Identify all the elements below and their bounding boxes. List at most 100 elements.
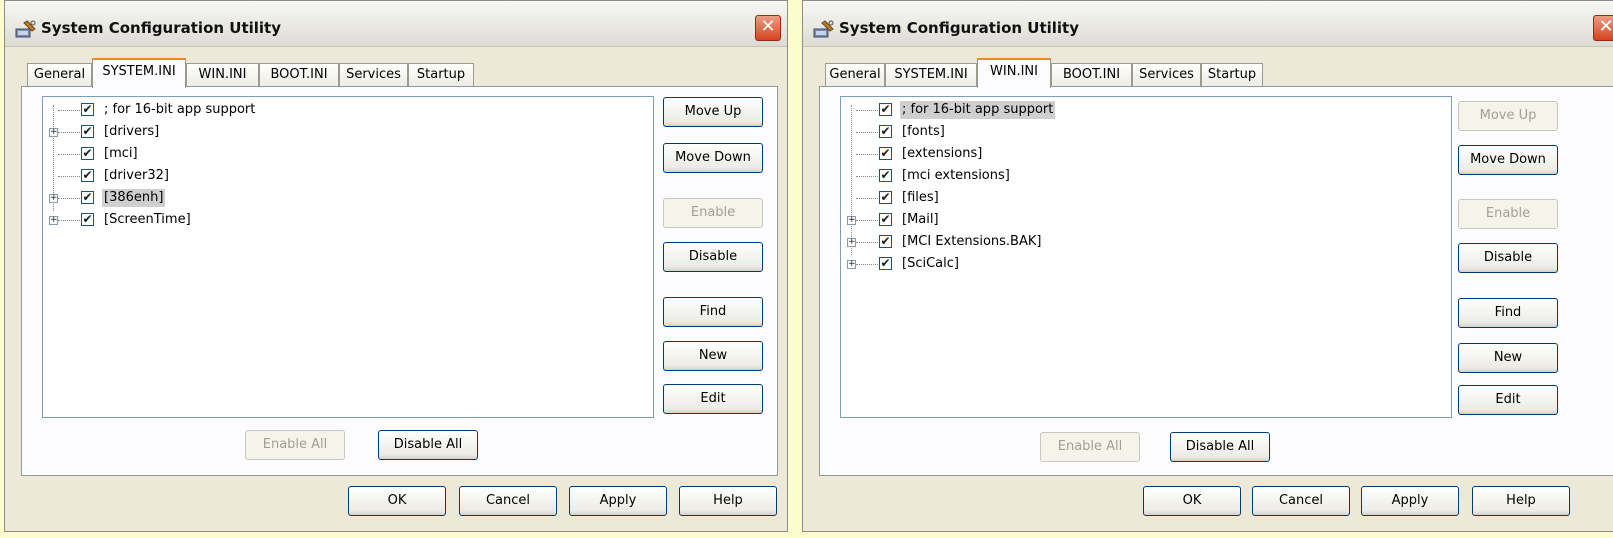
tab-boot-ini[interactable]: BOOT.INI <box>259 63 339 87</box>
help-button[interactable]: Help <box>679 486 777 516</box>
checkbox-checked-icon[interactable]: ✔ <box>879 169 892 182</box>
move-up-button[interactable]: Move Up <box>1458 101 1558 131</box>
checkbox-checked-icon[interactable]: ✔ <box>879 257 892 270</box>
tree-item[interactable]: ✔ [driver32] <box>43 166 653 188</box>
expand-plus-icon[interactable]: + <box>49 128 58 137</box>
expand-plus-icon[interactable]: + <box>847 238 856 247</box>
disable-button[interactable]: Disable <box>1458 243 1558 273</box>
tab-panel: ✔ ; for 16-bit app support + ✔ [drivers]… <box>21 86 778 476</box>
help-button[interactable]: Help <box>1472 486 1570 516</box>
enable-button[interactable]: Enable <box>663 198 763 228</box>
checkbox-checked-icon[interactable]: ✔ <box>879 191 892 204</box>
checkbox-checked-icon[interactable]: ✔ <box>81 147 94 160</box>
tab-general[interactable]: General <box>825 63 885 87</box>
window-title: System Configuration Utility <box>839 19 1079 37</box>
tree-item-label: [MCI Extensions.BAK] <box>902 234 1042 249</box>
checkbox-checked-icon[interactable]: ✔ <box>81 191 94 204</box>
ok-button[interactable]: OK <box>348 486 446 516</box>
tree-item[interactable]: + ✔ [drivers] <box>43 122 653 144</box>
tree-item[interactable]: ✔ [fonts] <box>841 122 1451 144</box>
apply-button[interactable]: Apply <box>569 486 667 516</box>
tree-item-label: [mci extensions] <box>902 168 1010 183</box>
expand-plus-icon[interactable]: + <box>847 260 856 269</box>
checkbox-checked-icon[interactable]: ✔ <box>81 169 94 182</box>
close-button[interactable]: ✕ <box>1593 15 1613 41</box>
ini-tree-view[interactable]: ✔ ; for 16-bit app support ✔ [fonts] ✔ [… <box>840 96 1452 418</box>
tab-win-ini[interactable]: WIN.INI <box>977 58 1051 88</box>
system-config-window-right: System Configuration Utility ✕ General S… <box>802 0 1613 532</box>
cancel-button[interactable]: Cancel <box>1252 486 1350 516</box>
tree-connector <box>58 110 80 111</box>
tree-item[interactable]: + ✔ [Mail] <box>841 210 1451 232</box>
checkbox-checked-icon[interactable]: ✔ <box>81 213 94 226</box>
tree-item-label: [ScreenTime] <box>104 212 191 227</box>
cancel-button[interactable]: Cancel <box>459 486 557 516</box>
enable-all-button[interactable]: Enable All <box>1040 432 1140 462</box>
tree-connector <box>58 132 80 133</box>
tree-connector <box>856 110 878 111</box>
tab-system-ini[interactable]: SYSTEM.INI <box>885 63 977 87</box>
find-button[interactable]: Find <box>1458 298 1558 328</box>
tree-item[interactable]: + ✔ [SciCalc] <box>841 254 1451 276</box>
expand-plus-icon[interactable]: + <box>49 216 58 225</box>
edit-button[interactable]: Edit <box>663 384 763 414</box>
title-bar[interactable]: System Configuration Utility ✕ <box>803 1 1613 47</box>
tab-services[interactable]: Services <box>1132 63 1201 87</box>
close-icon: ✕ <box>760 16 776 37</box>
tab-startup[interactable]: Startup <box>408 63 474 87</box>
tree-connector <box>856 154 878 155</box>
expand-plus-icon[interactable]: + <box>847 216 856 225</box>
checkbox-checked-icon[interactable]: ✔ <box>81 125 94 138</box>
msconfig-app-icon <box>15 20 36 38</box>
tab-general[interactable]: General <box>27 63 92 87</box>
title-bar[interactable]: System Configuration Utility ✕ <box>5 1 787 47</box>
edit-button[interactable]: Edit <box>1458 385 1558 415</box>
tab-services[interactable]: Services <box>339 63 408 87</box>
disable-all-button[interactable]: Disable All <box>1170 432 1270 462</box>
tree-connector <box>58 220 80 221</box>
move-down-button[interactable]: Move Down <box>663 143 763 173</box>
tree-item[interactable]: ✔ ; for 16-bit app support <box>43 100 653 122</box>
tree-item[interactable]: + ✔ [ScreenTime] <box>43 210 653 232</box>
tree-item[interactable]: ✔ [mci extensions] <box>841 166 1451 188</box>
checkbox-checked-icon[interactable]: ✔ <box>879 235 892 248</box>
tree-item-label-selected: [386enh] <box>102 189 166 207</box>
checkbox-checked-icon[interactable]: ✔ <box>879 213 892 226</box>
checkbox-checked-icon[interactable]: ✔ <box>879 125 892 138</box>
disable-button[interactable]: Disable <box>663 242 763 272</box>
tree-connector <box>58 176 80 177</box>
new-button[interactable]: New <box>1458 343 1558 373</box>
tree-item-label: [fonts] <box>902 124 945 139</box>
new-button[interactable]: New <box>663 341 763 371</box>
ok-button[interactable]: OK <box>1143 486 1241 516</box>
tree-item[interactable]: ✔ [files] <box>841 188 1451 210</box>
tab-system-ini[interactable]: SYSTEM.INI <box>92 58 186 88</box>
tree-connector <box>856 132 878 133</box>
enable-all-button[interactable]: Enable All <box>245 430 345 460</box>
tab-boot-ini[interactable]: BOOT.INI <box>1051 63 1132 87</box>
tree-connector <box>856 264 878 265</box>
tree-item[interactable]: + ✔ [386enh] <box>43 188 653 210</box>
tab-startup[interactable]: Startup <box>1201 63 1263 87</box>
tree-item-label: [mci] <box>104 146 138 161</box>
checkbox-checked-icon[interactable]: ✔ <box>81 103 94 116</box>
expand-plus-icon[interactable]: + <box>49 194 58 203</box>
move-down-button[interactable]: Move Down <box>1458 145 1558 175</box>
tree-item[interactable]: ✔ ; for 16-bit app support <box>841 100 1451 122</box>
find-button[interactable]: Find <box>663 297 763 327</box>
checkbox-checked-icon[interactable]: ✔ <box>879 103 892 116</box>
close-button[interactable]: ✕ <box>755 15 781 41</box>
tree-item[interactable]: + ✔ [MCI Extensions.BAK] <box>841 232 1451 254</box>
msconfig-app-icon <box>813 20 834 38</box>
disable-all-button[interactable]: Disable All <box>378 430 478 460</box>
apply-button[interactable]: Apply <box>1361 486 1459 516</box>
checkbox-checked-icon[interactable]: ✔ <box>879 147 892 160</box>
tree-item[interactable]: ✔ [extensions] <box>841 144 1451 166</box>
enable-button[interactable]: Enable <box>1458 199 1558 229</box>
tree-item[interactable]: ✔ [mci] <box>43 144 653 166</box>
tab-win-ini[interactable]: WIN.INI <box>186 63 259 87</box>
close-icon: ✕ <box>1598 16 1613 37</box>
ini-tree-view[interactable]: ✔ ; for 16-bit app support + ✔ [drivers]… <box>42 96 654 418</box>
move-up-button[interactable]: Move Up <box>663 97 763 127</box>
tree-item-label: [Mail] <box>902 212 939 227</box>
